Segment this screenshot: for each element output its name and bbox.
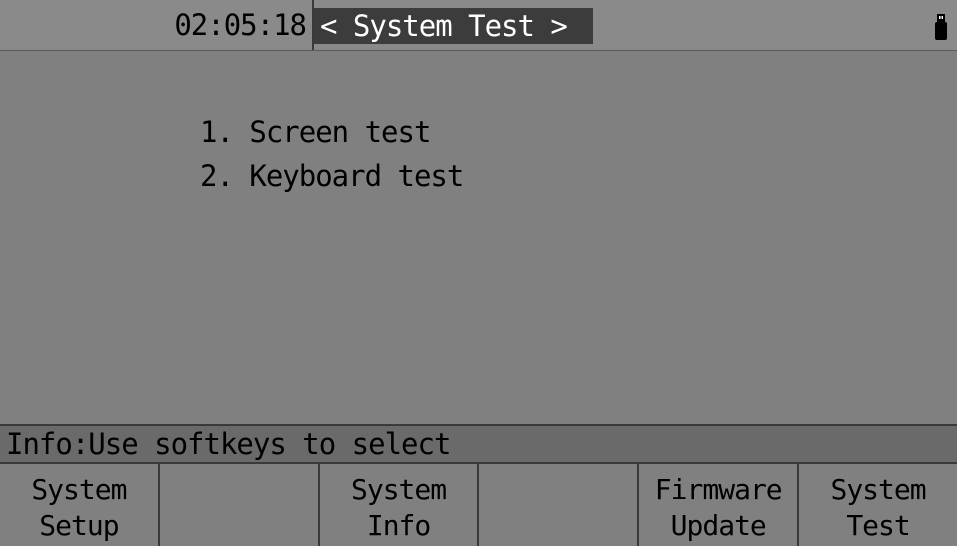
softkey-system-info[interactable]: System Info — [320, 464, 480, 546]
softkey-bar: System Setup System Info Firmware Update… — [0, 464, 957, 546]
clock-display: 02:05:18 — [174, 8, 307, 42]
softkey-label-line2: Info — [366, 509, 431, 542]
usb-drive-icon — [935, 14, 947, 40]
clock-panel: 02:05:18 — [0, 0, 314, 50]
softkey-firmware-update[interactable]: Firmware Update — [639, 464, 800, 546]
softkey-empty-2[interactable] — [160, 464, 320, 546]
softkey-system-test[interactable]: System Test — [799, 464, 957, 546]
header-bar: 02:05:18 < System Test > — [0, 0, 957, 51]
softkey-label-line1: System — [830, 473, 926, 506]
softkey-label-line2: Test — [846, 509, 910, 542]
softkey-system-setup[interactable]: System Setup — [0, 464, 160, 546]
page-title: < System Test > — [314, 8, 593, 44]
test-menu: 1. Screen test 2. Keyboard test — [200, 110, 464, 198]
info-bar: Info:Use softkeys to select — [0, 424, 957, 464]
softkey-label-line1: System — [31, 473, 127, 506]
softkey-label-line2: Setup — [39, 509, 119, 542]
softkey-label-line1: Firmware — [654, 473, 783, 506]
softkey-empty-4[interactable] — [479, 464, 640, 546]
softkey-label-line2: Update — [670, 509, 767, 542]
menu-item-keyboard-test[interactable]: 2. Keyboard test — [200, 154, 464, 198]
menu-item-screen-test[interactable]: 1. Screen test — [200, 110, 463, 154]
softkey-label-line1: System — [350, 473, 447, 506]
